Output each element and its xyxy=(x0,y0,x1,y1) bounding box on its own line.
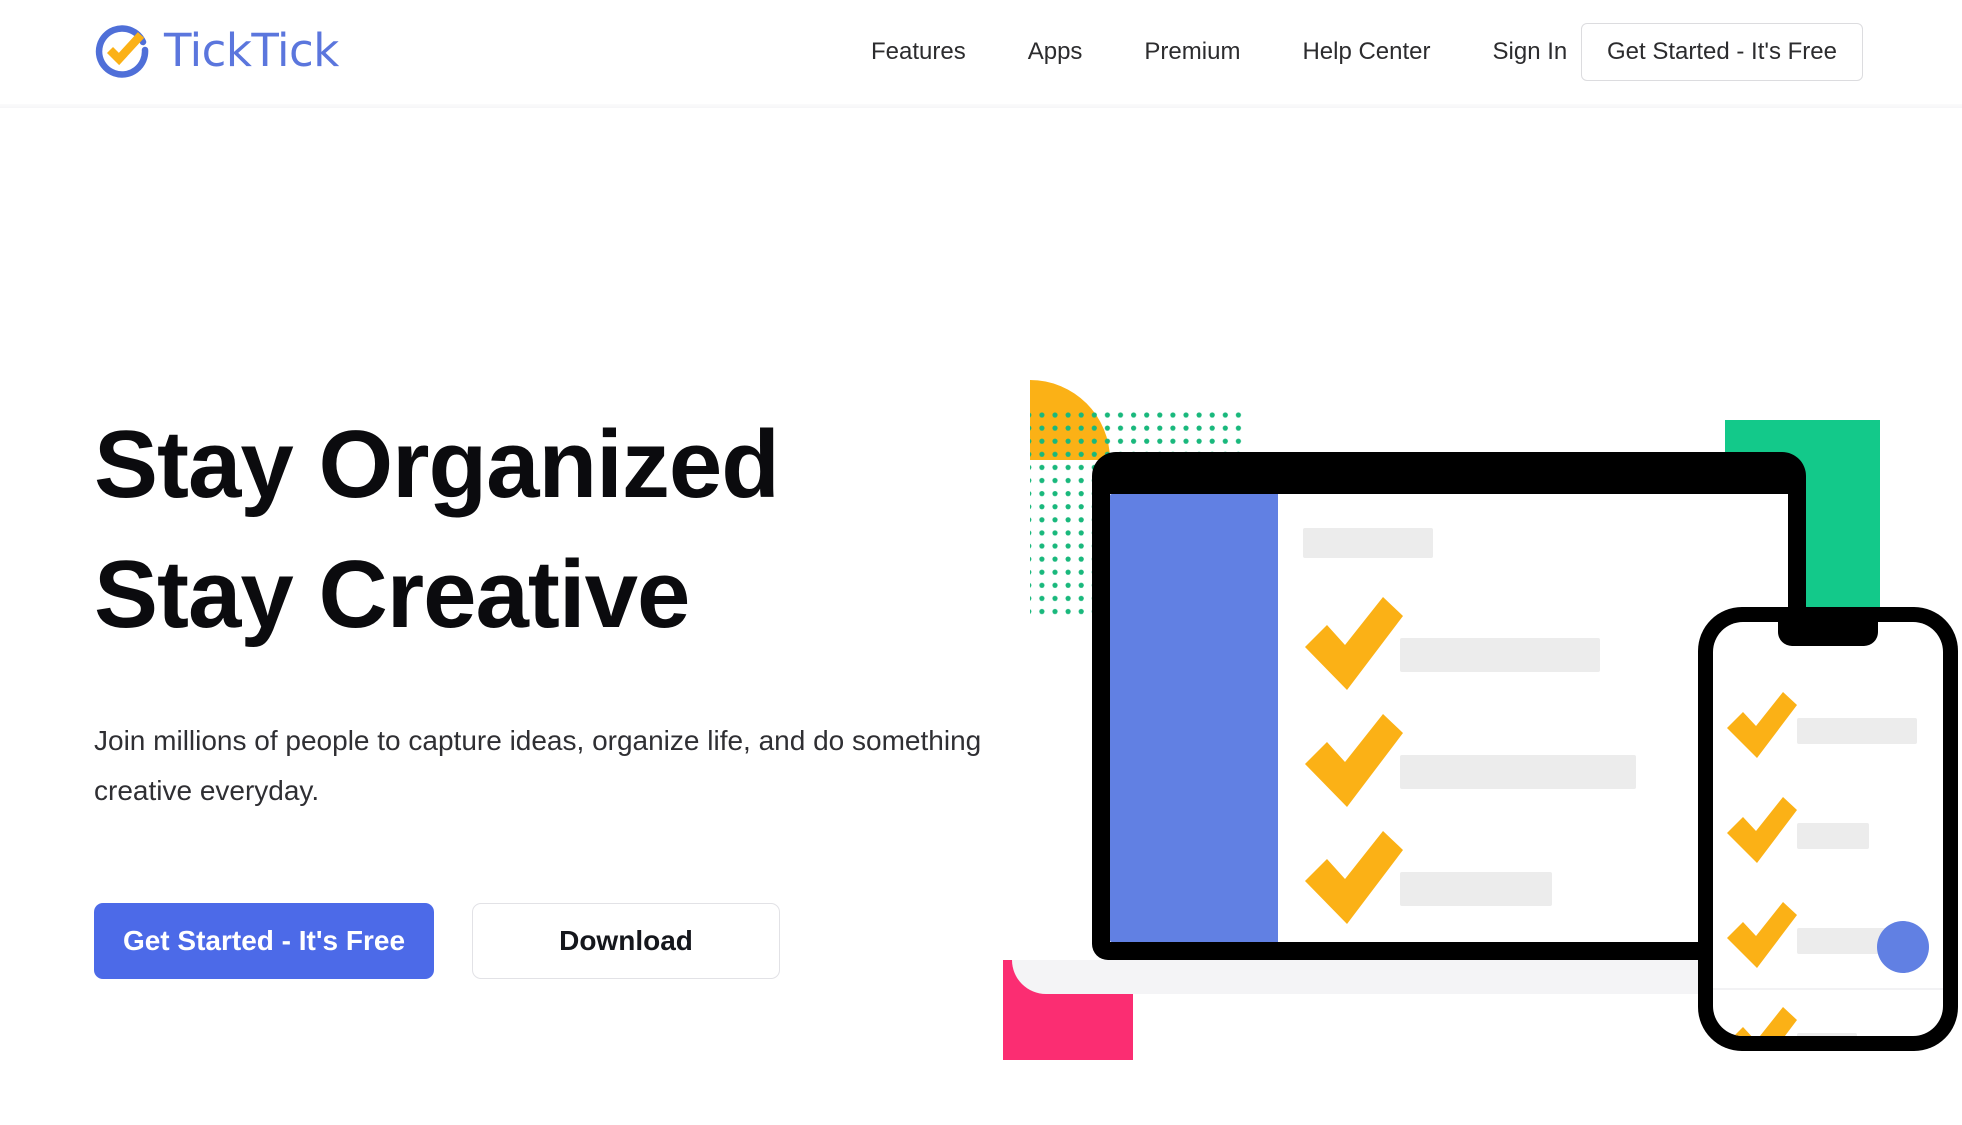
task-placeholder xyxy=(1400,638,1600,672)
hero-title-line-1: Stay Organized xyxy=(94,411,780,518)
hero-download-button[interactable]: Download xyxy=(472,903,780,979)
hero-subtitle: Join millions of people to capture ideas… xyxy=(94,725,982,806)
hero-copy: Stay Organized Stay Creative Join millio… xyxy=(94,400,1054,816)
phone-bottom-divider xyxy=(1713,988,1943,990)
header-get-started-button[interactable]: Get Started - It's Free xyxy=(1581,23,1863,81)
brand-logo[interactable]: TickTick xyxy=(94,14,339,86)
task-placeholder xyxy=(1400,755,1636,789)
check-circle-icon xyxy=(95,25,149,78)
brand-wordmark: TickTick xyxy=(164,23,339,77)
main-navigation: Features Apps Premium Help Center Sign I… xyxy=(840,0,1598,104)
hero-title-line-2: Stay Creative xyxy=(94,541,690,648)
site-header: TickTick Features Apps Premium Help Cent… xyxy=(0,0,1962,104)
task-placeholder xyxy=(1797,823,1869,849)
hero-actions: Get Started - It's Free Download xyxy=(94,903,780,979)
green-dot-grid-vertical xyxy=(1030,464,1102,622)
illustration-svg xyxy=(1003,380,1958,1060)
phone-notch xyxy=(1778,622,1878,646)
laptop-sidebar xyxy=(1110,494,1278,942)
hero-get-started-button[interactable]: Get Started - It's Free xyxy=(94,903,434,979)
task-placeholder xyxy=(1400,989,1588,1023)
nav-link-premium[interactable]: Premium xyxy=(1113,38,1271,66)
page-title: Stay Organized Stay Creative xyxy=(94,400,1054,660)
phone-add-task-fab[interactable] xyxy=(1877,921,1929,973)
laptop-title-placeholder xyxy=(1303,528,1433,558)
task-placeholder xyxy=(1400,872,1552,906)
header-divider xyxy=(0,104,1962,108)
pink-square-front xyxy=(1003,994,1133,1060)
nav-link-sign-in[interactable]: Sign In xyxy=(1462,38,1599,66)
phone-mockup xyxy=(1698,607,1958,1051)
nav-link-features[interactable]: Features xyxy=(840,38,997,66)
devices-checklist-illustration xyxy=(1000,360,1962,1060)
nav-link-help-center[interactable]: Help Center xyxy=(1271,38,1461,66)
task-placeholder xyxy=(1797,718,1917,744)
nav-link-apps[interactable]: Apps xyxy=(997,38,1114,66)
